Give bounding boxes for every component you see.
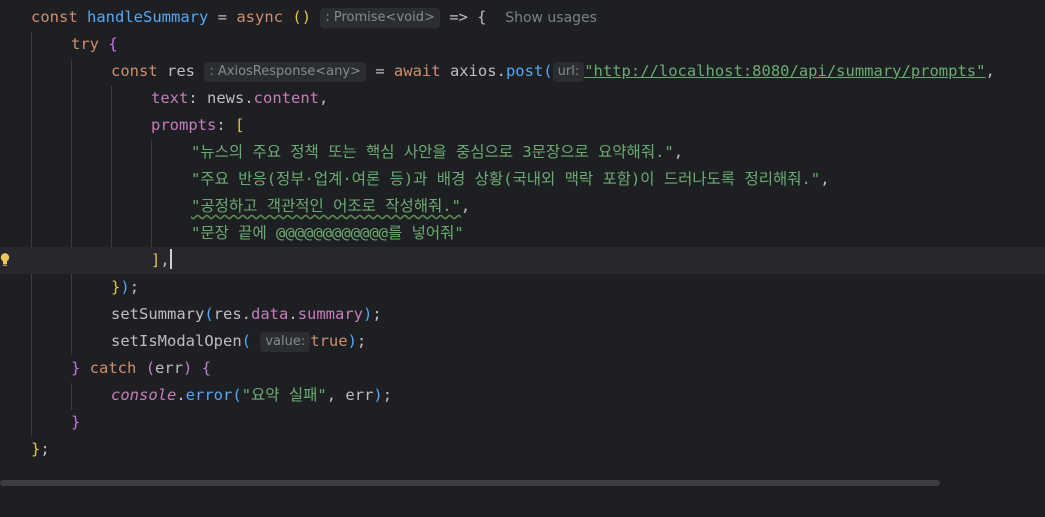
text-cursor (169, 249, 172, 269)
paren: ) (183, 359, 193, 377)
current-code-line[interactable]: ], (0, 247, 1045, 274)
property: summary (297, 305, 364, 323)
code-line[interactable]: } (0, 409, 1045, 436)
semicolon: ; (40, 440, 50, 458)
string-literal: "문장 끝에 @@@@@@@@@@@@를 넣어줘" (191, 224, 464, 242)
code-line[interactable]: text: news.content, (0, 85, 1045, 112)
dot: . (244, 89, 254, 107)
paren: ( (241, 332, 251, 350)
comma: , (460, 197, 471, 215)
brace: } (71, 413, 81, 431)
operator: = (208, 8, 237, 26)
paren: ( (204, 305, 214, 323)
method-name: post (505, 62, 544, 80)
operator: = (365, 62, 394, 80)
comma: , (160, 251, 170, 269)
param-hint: url: (552, 62, 585, 82)
show-usages-link[interactable]: Show usages (505, 10, 597, 26)
variable: err (155, 359, 184, 377)
function-name: handleSummary (87, 8, 209, 26)
brace: } (31, 440, 41, 458)
property-key: prompts (151, 116, 217, 134)
paren: ) (363, 305, 373, 323)
code-line[interactable]: prompts: [ (0, 112, 1045, 139)
paren: ) (347, 332, 357, 350)
colon: : (216, 116, 235, 134)
object: news (207, 89, 245, 107)
comma: , (326, 386, 346, 404)
dot: . (241, 305, 252, 323)
keyword: const (31, 8, 78, 26)
dot: . (176, 386, 186, 404)
code-line[interactable]: setIsModalOpen( value: true); (0, 328, 1045, 355)
brace: { (201, 359, 212, 377)
lightbulb-icon[interactable] (0, 252, 10, 268)
comma: , (985, 62, 995, 80)
brace: } (71, 359, 81, 377)
code-line[interactable]: "주요 반응(정부·업계·여론 등)과 배경 상황(국내외 맥락 포함)이 드러… (0, 166, 1045, 193)
keyword: async (236, 8, 284, 26)
code-line[interactable]: const res : AxiosResponse<any> = await a… (0, 58, 1045, 85)
comma: , (673, 143, 684, 161)
keyword: try (71, 35, 99, 53)
variable: err (345, 386, 374, 404)
semicolon: ; (372, 305, 382, 323)
brace: } (111, 278, 121, 296)
paren: () (292, 8, 312, 26)
semicolon: ; (129, 278, 140, 296)
param-hint: value: (260, 332, 311, 352)
property: content (253, 89, 319, 107)
code-line[interactable]: "뉴스의 주요 정책 또는 핵심 사안을 중심으로 3문장으로 요약해줘.", (0, 139, 1045, 166)
keyword: await (393, 62, 441, 80)
paren: ( (232, 386, 242, 404)
string-literal: "요약 실패" (241, 386, 327, 404)
function-call: setIsModalOpen (111, 332, 242, 350)
string-literal: "주요 반응(정부·업계·여론 등)과 배경 상황(국내외 맥락 포함)이 드러… (191, 170, 821, 188)
property: data (251, 305, 289, 323)
dot: . (496, 62, 506, 80)
code-line[interactable]: setSummary(res.data.summary); (0, 301, 1045, 328)
variable: res (167, 62, 196, 80)
boolean-literal: true (310, 332, 348, 350)
string-literal: "뉴스의 주요 정책 또는 핵심 사안을 중심으로 3문장으로 요약해줘." (191, 143, 674, 161)
method-name: error (185, 386, 233, 404)
object: axios (449, 62, 497, 80)
property-key: text (151, 89, 189, 107)
url-string[interactable]: "http://localhost:8080/api/summary/promp… (584, 62, 985, 80)
console-object: console (111, 386, 177, 404)
function-call: setSummary (111, 305, 205, 323)
string-literal: "공정하고 객관적인 어조로 작성해줘." (191, 197, 461, 215)
bracket: [ (235, 116, 245, 134)
type-hint: : Promise<void> (320, 8, 440, 28)
bracket: ] (151, 251, 161, 269)
keyword: const (111, 62, 158, 80)
arrow: => { (439, 8, 487, 26)
horizontal-scrollbar[interactable] (0, 480, 940, 486)
code-line[interactable]: "문장 끝에 @@@@@@@@@@@@를 넣어줘" (0, 220, 1045, 247)
code-line[interactable]: }); (0, 274, 1045, 301)
code-editor[interactable]: const handleSummary = async () : Promise… (0, 0, 1045, 486)
code-line[interactable]: } catch (err) { (0, 355, 1045, 382)
semicolon: ; (382, 386, 393, 404)
code-line[interactable]: }; (0, 436, 1045, 463)
comma: , (820, 170, 830, 188)
code-line[interactable]: "공정하고 객관적인 어조로 작성해줘.", (0, 193, 1045, 220)
colon: : (188, 89, 207, 107)
code-line[interactable]: const handleSummary = async () : Promise… (0, 4, 1045, 31)
semicolon: ; (356, 332, 367, 350)
comma: , (319, 89, 329, 107)
paren: ( (543, 62, 553, 80)
keyword: catch (89, 359, 137, 377)
brace: { (108, 35, 118, 53)
type-hint: : AxiosResponse<any> (204, 62, 366, 82)
dot: . (288, 305, 298, 323)
paren: ) (373, 386, 383, 404)
code-line[interactable]: console.error("요약 실패", err); (0, 382, 1045, 409)
paren: ) (120, 278, 130, 296)
code-line[interactable]: try { (0, 31, 1045, 58)
paren: ( (145, 359, 156, 377)
object: res (213, 305, 242, 323)
